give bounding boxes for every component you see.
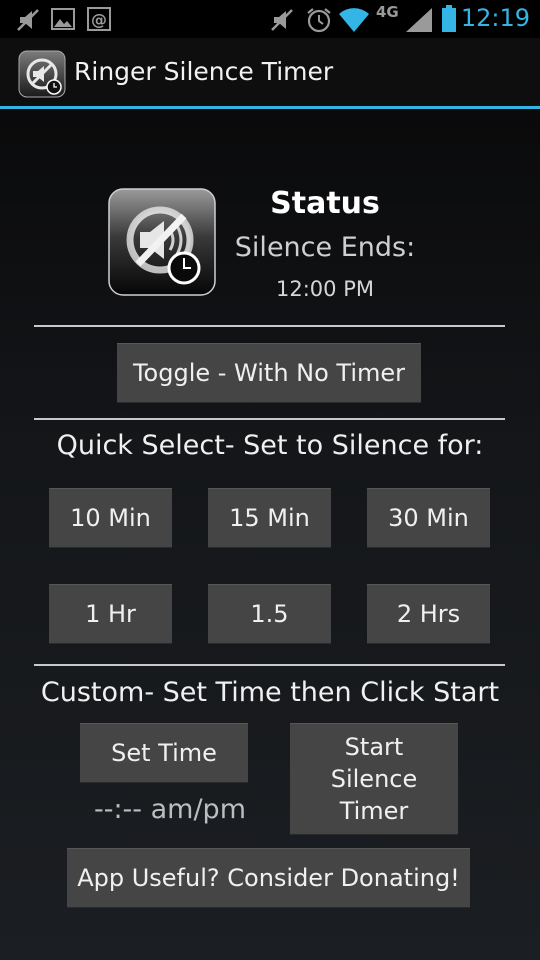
- action-bar: Ringer Silence Timer: [0, 38, 540, 108]
- divider: [34, 325, 505, 327]
- start-button-line: Start: [344, 733, 404, 761]
- quick-1-hr-button[interactable]: 1 Hr: [49, 584, 172, 644]
- start-button-line: Timer: [339, 797, 409, 825]
- network-type-label: 4G: [376, 3, 399, 21]
- silence-end-time: 12:00 PM: [276, 277, 374, 301]
- battery-icon: [441, 4, 457, 38]
- mute-icon: [268, 6, 296, 38]
- start-button-line: Silence: [330, 765, 418, 793]
- image-icon: [50, 6, 76, 36]
- quick-1-5-hr-button[interactable]: 1.5: [208, 584, 331, 644]
- silence-timer-icon: [108, 188, 216, 296]
- quick-30-min-button[interactable]: 30 Min: [367, 488, 490, 548]
- status-bar: @ 4G 12:19: [0, 0, 540, 38]
- svg-text:@: @: [91, 10, 107, 29]
- mute-icon: [14, 6, 42, 38]
- divider: [34, 418, 505, 420]
- quick-15-min-button[interactable]: 15 Min: [208, 488, 331, 548]
- app-screen: @ 4G 12:19 Ringer Silence Timer Status S…: [0, 0, 540, 960]
- set-time-button[interactable]: Set Time: [80, 723, 248, 783]
- quick-select-label: Quick Select- Set to Silence for:: [56, 430, 484, 461]
- app-title: Ringer Silence Timer: [74, 57, 334, 86]
- custom-label: Custom- Set Time then Click Start: [40, 677, 500, 708]
- start-silence-timer-button[interactable]: Start Silence Timer: [290, 723, 458, 835]
- cell-signal-icon: [404, 6, 434, 38]
- status-title: Status: [270, 186, 380, 221]
- wifi-icon: [338, 4, 370, 38]
- divider: [34, 664, 505, 666]
- silence-ends-label: Silence Ends:: [234, 232, 416, 263]
- quick-2-hrs-button[interactable]: 2 Hrs: [367, 584, 490, 644]
- email-icon: @: [86, 6, 112, 36]
- donate-button[interactable]: App Useful? Consider Donating!: [67, 848, 470, 908]
- app-logo-icon[interactable]: [18, 50, 66, 98]
- selected-time-display: --:-- am/pm: [93, 794, 247, 825]
- toggle-no-timer-button[interactable]: Toggle - With No Timer: [117, 343, 421, 403]
- status-clock: 12:19: [460, 4, 530, 32]
- alarm-icon: [305, 6, 333, 38]
- quick-10-min-button[interactable]: 10 Min: [49, 488, 172, 548]
